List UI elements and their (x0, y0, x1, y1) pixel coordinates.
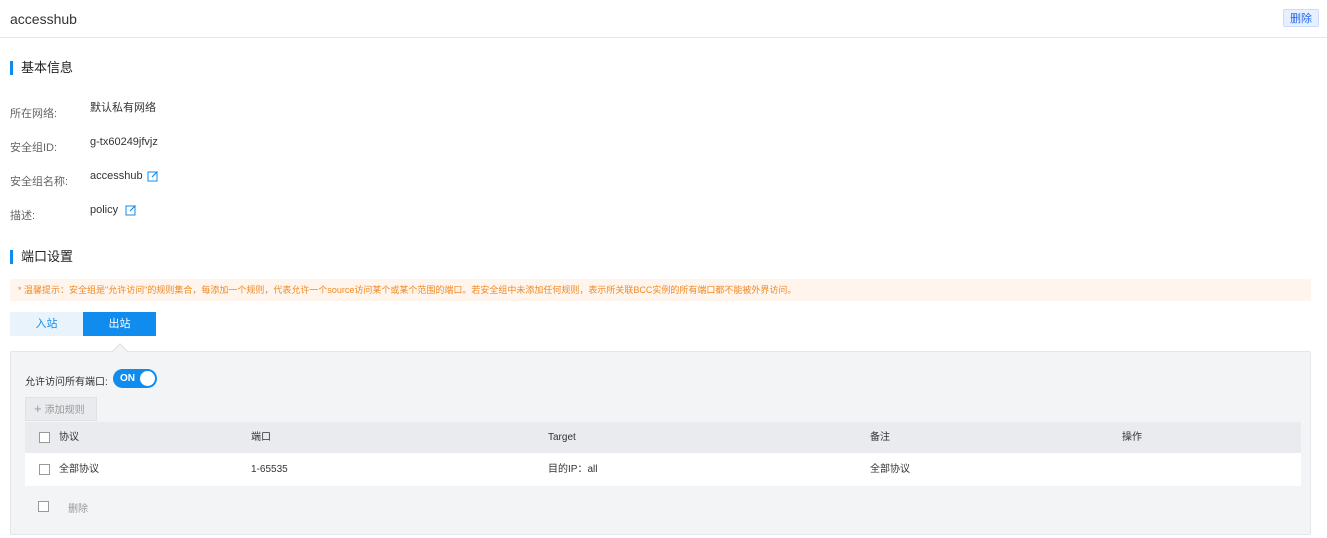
allow-all-ports-toggle[interactable]: ON (113, 369, 157, 388)
column-header-protocol: 协议 (59, 432, 79, 443)
row-protocol: 全部协议 (59, 464, 99, 475)
top-bar: accesshub 删除 (0, 0, 1327, 38)
column-header-operation: 操作 (1122, 432, 1142, 443)
table-row: 全部协议 1-65535 目的IP：all 全部协议 (25, 453, 1301, 486)
row-port: 1-65535 (251, 464, 288, 475)
add-rule-label: 添加规则 (44, 405, 85, 416)
sg-id-label: 安全组ID: (10, 142, 58, 154)
edit-description-icon[interactable] (125, 204, 137, 216)
delete-security-group-button[interactable]: 删除 (1283, 9, 1319, 27)
rules-panel: 允许访问所有端口: ON + 添加规则 协议 端口 Target 备注 操作 全部… (10, 351, 1311, 535)
page-title: accesshub (10, 11, 77, 27)
table-header: 协议 端口 Target 备注 操作 (25, 422, 1301, 453)
bulk-select-checkbox[interactable] (38, 501, 49, 512)
panel-pointer-fill (112, 345, 128, 353)
row-target: 目的IP：all (548, 464, 598, 475)
allow-all-ports-label: 允许访问所有端口: (25, 377, 108, 388)
tab-outbound[interactable]: 出站 (83, 312, 156, 336)
bulk-delete-button[interactable]: 删除 (68, 500, 88, 515)
edit-name-icon[interactable] (147, 170, 159, 182)
select-all-checkbox[interactable] (39, 432, 50, 443)
network-label: 所在网络: (10, 108, 58, 120)
column-header-port: 端口 (251, 432, 271, 443)
info-row-description: 描述: policy (10, 204, 410, 222)
plus-icon: + (34, 401, 42, 416)
info-row-network: 所在网络: 默认私有网络 (10, 102, 410, 120)
description-label: 描述: (10, 210, 36, 222)
column-header-target: Target (548, 432, 576, 443)
sg-name-value: accesshub (90, 170, 143, 182)
row-checkbox[interactable] (39, 464, 50, 475)
description-value: policy (90, 204, 119, 216)
tab-inbound[interactable]: 入站 (10, 312, 83, 336)
port-settings-section-title: 端口设置 (10, 249, 73, 265)
basic-info-section-title: 基本信息 (10, 60, 73, 76)
info-row-sg-name: 安全组名称: accesshub (10, 170, 410, 188)
sg-id-value: g-tx60249jfvjz (90, 136, 158, 148)
toggle-state-text: ON (120, 373, 135, 384)
network-value: 默认私有网络 (90, 102, 156, 114)
column-header-remark: 备注 (870, 432, 890, 443)
sg-name-label: 安全组名称: (10, 176, 69, 188)
warm-tip-banner: * 温馨提示：安全组是"允许访问"的规则集合，每添加一个规则，代表允许一个sou… (10, 279, 1311, 301)
add-rule-button[interactable]: + 添加规则 (25, 397, 97, 421)
info-row-sg-id: 安全组ID: g-tx60249jfvjz (10, 136, 410, 154)
row-remark: 全部协议 (870, 464, 910, 475)
toggle-knob (140, 371, 155, 386)
